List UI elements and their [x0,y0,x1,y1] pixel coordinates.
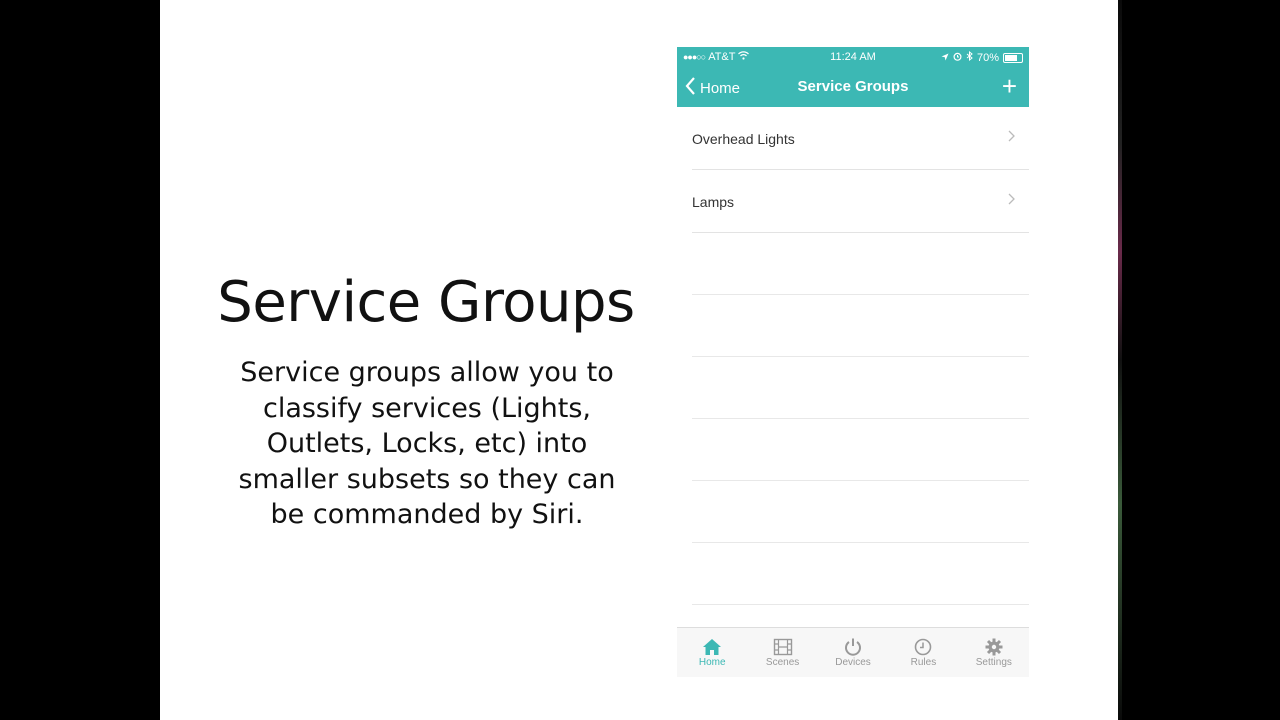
location-icon [941,52,949,64]
alarm-icon [953,52,962,64]
tab-label: Home [698,657,726,668]
tab-label: Settings [975,657,1012,668]
tab-label: Devices [835,657,871,668]
list-item-label: Overhead Lights [692,131,795,147]
slide-description: Service groups allow you to classify ser… [238,357,616,530]
empty-list-row [692,357,1029,419]
tab-devices[interactable]: Devices [818,628,888,677]
film-icon [747,638,817,656]
video-edge-artifact [1118,0,1122,720]
presentation-slide: Service Groups Service groups allow you … [160,0,1118,720]
tab-label: Scenes [765,657,800,668]
page-title: Service Groups [797,78,909,95]
empty-list-row [692,543,1029,605]
list-item-lamps[interactable]: Lamps [692,170,1029,233]
empty-list-row [692,419,1029,481]
chevron-right-icon [1008,192,1015,210]
clock-icon [888,638,958,656]
status-bar: ●●●○○ AT&T 11:24 AM 70% [677,47,1029,67]
tab-label: Rules [910,657,937,668]
bluetooth-icon [966,50,973,64]
tab-home[interactable]: Home [677,628,747,677]
empty-list-row [692,233,1029,295]
tab-bar: Home Scenes Devices Rules Settings [677,627,1029,677]
power-icon [818,638,888,656]
tab-scenes[interactable]: Scenes [747,628,817,677]
battery-icon [1003,52,1023,63]
app-header: ●●●○○ AT&T 11:24 AM 70% Home Service Gro… [677,47,1029,107]
tab-rules[interactable]: Rules [888,628,958,677]
home-icon [677,638,747,656]
battery-percent: 70% [976,51,999,64]
add-group-button[interactable]: + [1002,72,1017,100]
list-item-overhead-lights[interactable]: Overhead Lights [692,107,1029,170]
service-group-list: Overhead Lights Lamps [677,107,1029,605]
phone-screen: ●●●○○ AT&T 11:24 AM 70% Home Service Gro… [677,47,1029,677]
empty-list-row [692,481,1029,543]
slide-title: Service Groups [217,270,635,335]
gear-icon [959,638,1029,656]
list-item-label: Lamps [692,194,735,210]
tab-settings[interactable]: Settings [959,628,1029,677]
navigation-bar: Home Service Groups + [677,69,1029,105]
empty-list-row [692,295,1029,357]
chevron-right-icon [1008,129,1015,147]
